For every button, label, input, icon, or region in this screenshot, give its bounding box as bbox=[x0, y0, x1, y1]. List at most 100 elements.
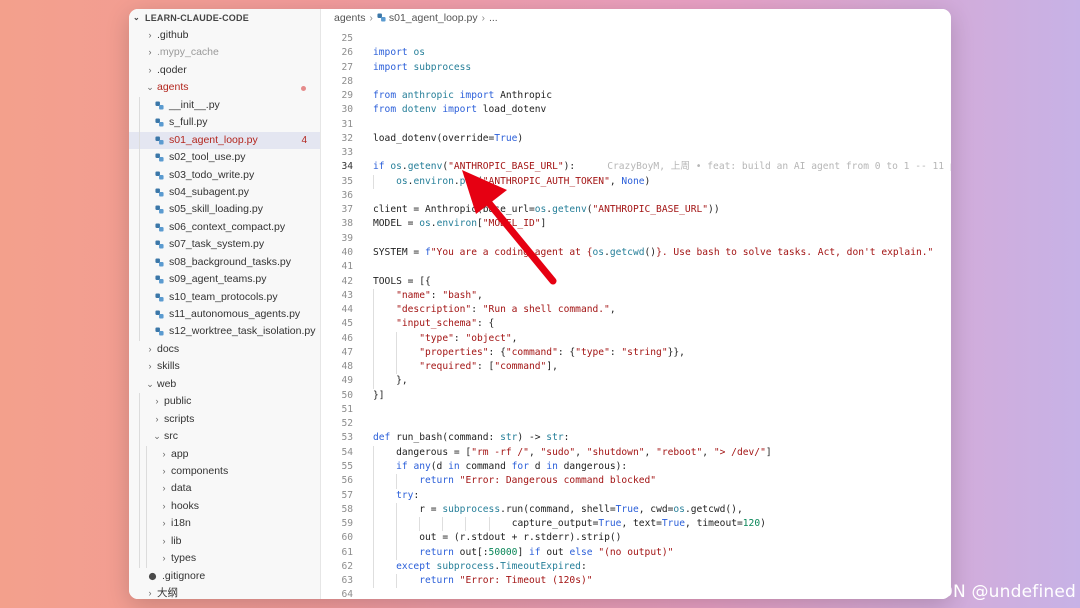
code-line[interactable]: 53 def run_bash(command: str) -> str: bbox=[321, 431, 951, 445]
code-text: os.environ.pop("ANTHROPIC_AUTH_TOKEN", N… bbox=[396, 175, 650, 189]
tree-folder[interactable]: › types bbox=[129, 550, 320, 568]
tree-folder[interactable]: › .mypy_cache bbox=[129, 44, 320, 61]
tree-file[interactable]: s09_agent_teams.py bbox=[129, 271, 320, 289]
tree-file[interactable]: .gitignore bbox=[129, 568, 320, 585]
tree-file[interactable]: s08_background_tasks.py bbox=[129, 253, 320, 272]
tree-folder[interactable]: › skills bbox=[129, 358, 320, 375]
tree-folder[interactable]: › public bbox=[129, 393, 320, 411]
tree-file[interactable]: s01_agent_loop.py 4 bbox=[129, 131, 320, 150]
tree-file[interactable]: s05_skill_loading.py bbox=[129, 201, 320, 219]
code-line[interactable]: 64 bbox=[321, 588, 951, 599]
tree-file[interactable]: __init__.py bbox=[129, 96, 320, 115]
code-line[interactable]: 48 "required": ["command"], bbox=[321, 360, 951, 375]
tree-folder[interactable]: ⌄ src bbox=[129, 428, 320, 446]
code-editor[interactable]: agents › s01_agent_loop.py ›... 25 26 import … bbox=[321, 9, 951, 599]
code-token: MODEL = bbox=[373, 218, 420, 230]
tree-file[interactable]: s11_autonomous_agents.py bbox=[129, 306, 320, 324]
code-token: import bbox=[442, 104, 477, 116]
code-line[interactable]: 30 from dotenv import load_dotenv bbox=[321, 103, 951, 117]
code-line[interactable]: 56 return "Error: Dangerous command block… bbox=[321, 474, 951, 489]
code-token: True bbox=[615, 503, 639, 515]
code-line[interactable]: 37 client = Anthropic(base_url=os.getenv(… bbox=[321, 203, 951, 217]
code-line[interactable]: 49}, bbox=[321, 374, 951, 389]
code-line[interactable]: 45 "input_schema": { bbox=[321, 317, 951, 332]
code-line[interactable]: 50}] bbox=[321, 389, 951, 403]
breadcrumb-folder[interactable]: agents bbox=[334, 12, 366, 24]
code-line[interactable]: 26 import os bbox=[321, 46, 951, 60]
python-file-icon bbox=[155, 188, 164, 197]
tree-file[interactable]: s02_tool_use.py bbox=[129, 149, 320, 167]
tree-folder[interactable]: › lib bbox=[129, 532, 320, 551]
code-line[interactable]: 46 "type": "object", bbox=[321, 331, 951, 346]
code-line[interactable]: 51 bbox=[321, 403, 951, 417]
workspace-title: LEARN-CLAUDE-CODE bbox=[145, 13, 249, 23]
code-line[interactable]: 54 dangerous = ["rm -rf /", "sudo", "shut… bbox=[321, 445, 951, 460]
code-line[interactable]: 52 bbox=[321, 417, 951, 431]
tree-folder[interactable]: ⌄ agents bbox=[129, 79, 320, 96]
code-line[interactable]: 47 "properties": {"command": {"type": "st… bbox=[321, 345, 951, 361]
tree-folder[interactable]: › .github bbox=[129, 27, 320, 44]
code-line[interactable]: 27 import subprocess bbox=[321, 61, 951, 75]
breadcrumb-file[interactable]: s01_agent_loop.py bbox=[389, 12, 478, 24]
python-file-icon bbox=[155, 275, 164, 284]
tree-item-label: components bbox=[171, 464, 229, 477]
code-token: os bbox=[390, 161, 402, 173]
code-line[interactable]: 63 return "Error: Timeout (120s)" bbox=[321, 574, 951, 589]
code-token: getcwd bbox=[609, 246, 645, 258]
tree-folder[interactable]: › data bbox=[129, 480, 320, 498]
tree-file[interactable]: s_full.py bbox=[129, 114, 320, 132]
code-token: "ANTHROPIC_AUTH_TOKEN" bbox=[482, 175, 610, 187]
breadcrumb-symbol[interactable]: ... bbox=[489, 12, 498, 24]
code-line[interactable]: 31 bbox=[321, 118, 951, 132]
tree-file[interactable]: s07_task_system.py bbox=[129, 236, 320, 254]
code-line[interactable]: 35 os.environ.pop("ANTHROPIC_AUTH_TOKEN",… bbox=[321, 174, 951, 189]
tree-folder[interactable]: › scripts bbox=[129, 410, 320, 429]
line-number: 37 bbox=[341, 204, 353, 216]
code-line[interactable]: 44 "description": "Run a shell command.", bbox=[321, 303, 951, 318]
tree-file[interactable]: s12_worktree_task_isolation.py bbox=[129, 323, 320, 341]
tree-item-label: s04_subagent.py bbox=[169, 185, 249, 198]
code-token: "bash" bbox=[442, 289, 477, 301]
tree-file[interactable]: s03_todo_write.py bbox=[129, 166, 320, 184]
tree-folder[interactable]: › app bbox=[129, 445, 320, 463]
code-line[interactable]: 55 if any(d in command for d in dangerous… bbox=[321, 459, 951, 475]
code-line[interactable]: 41 bbox=[321, 260, 951, 274]
line-number: 58 bbox=[341, 503, 353, 515]
tree-folder[interactable]: › i18n bbox=[129, 515, 320, 533]
code-line[interactable]: 61 return out[:50000] if out else "(no ou… bbox=[321, 545, 951, 560]
code-line[interactable]: 43 "name": "bash", bbox=[321, 288, 951, 304]
code-line[interactable]: 34 if os.getenv("ANTHROPIC_BASE_URL"): Cra… bbox=[321, 160, 951, 174]
tree-item-label: .github bbox=[157, 29, 189, 41]
tree-folder[interactable]: › docs bbox=[129, 341, 320, 358]
tree-folder[interactable]: ⌄ web bbox=[129, 376, 320, 393]
code-line[interactable]: 28 bbox=[321, 75, 951, 89]
code-line[interactable]: 38 MODEL = os.environ["MODEL_ID"] bbox=[321, 217, 951, 231]
code-token: if bbox=[396, 460, 408, 472]
code-line[interactable]: 32 load_dotenv(override=True) bbox=[321, 132, 951, 146]
tree-file[interactable]: s06_context_compact.py bbox=[129, 218, 320, 237]
indent-guide bbox=[373, 574, 374, 589]
code-text: MODEL = os.environ["MODEL_ID"] bbox=[373, 217, 546, 231]
outline-section[interactable]: › 大纲 bbox=[129, 585, 320, 599]
code-line[interactable]: 39 bbox=[321, 232, 951, 246]
code-text: out = (r.stdout + r.stderr).strip() bbox=[419, 531, 621, 545]
code-line[interactable]: 33 bbox=[321, 146, 951, 160]
code-line[interactable]: 42 TOOLS = [{ bbox=[321, 275, 951, 289]
code-line[interactable]: 36 bbox=[321, 189, 951, 203]
code-line[interactable]: 62 except subprocess.TimeoutExpired: bbox=[321, 559, 951, 575]
tree-folder[interactable]: › components bbox=[129, 462, 320, 481]
code-line[interactable]: 57 try: bbox=[321, 488, 951, 503]
code-line[interactable]: 59 capture_output=True, text=True, timeou… bbox=[321, 517, 951, 532]
tree-folder[interactable]: › hooks bbox=[129, 497, 320, 516]
code-line[interactable]: 25 bbox=[321, 32, 951, 46]
code-line[interactable]: 60 out = (r.stdout + r.stderr).strip() bbox=[321, 531, 951, 546]
code-line[interactable]: 29 from anthropic import Anthropic bbox=[321, 89, 951, 103]
code-text: r = subprocess.run(command, shell=True, … bbox=[419, 503, 743, 517]
code-line[interactable]: 58 r = subprocess.run(command, shell=True… bbox=[321, 502, 951, 518]
code-line[interactable]: 40 SYSTEM = f"You are a coding agent at {… bbox=[321, 246, 951, 260]
code-token: , timeout= bbox=[685, 518, 743, 530]
tree-file[interactable]: s10_team_protocols.py bbox=[129, 288, 320, 306]
explorer-header[interactable]: ⌄ LEARN-CLAUDE-CODE bbox=[129, 9, 320, 27]
tree-file[interactable]: s04_subagent.py bbox=[129, 183, 320, 202]
tree-folder[interactable]: › .qoder bbox=[129, 62, 320, 79]
